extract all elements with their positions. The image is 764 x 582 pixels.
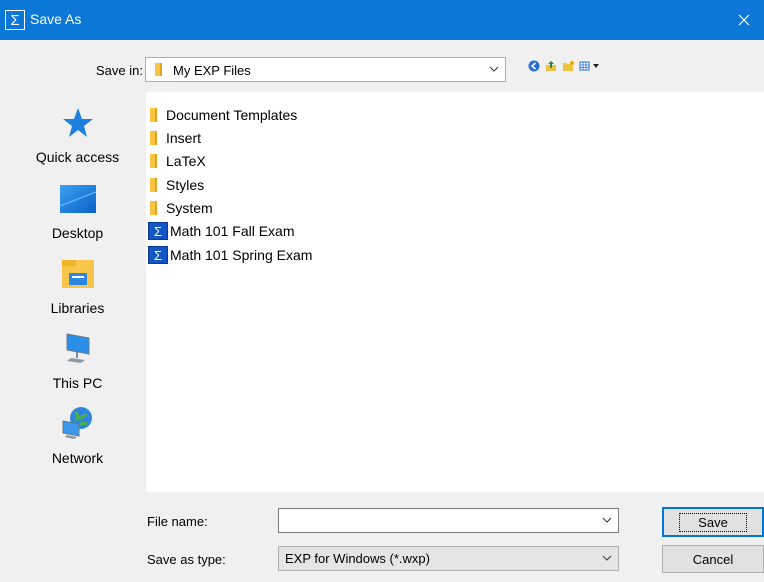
chevron-down-icon[interactable]	[602, 514, 612, 526]
place-label: Network	[51, 450, 104, 466]
new-folder-icon	[562, 60, 575, 71]
cancel-button-label: Cancel	[692, 551, 734, 567]
place-label: Libraries	[50, 300, 105, 316]
file-name-label: File name:	[147, 514, 208, 529]
sigma-icon: Σ	[5, 10, 25, 30]
libraries-icon	[61, 260, 94, 288]
save-as-type-label-text: Save as type:	[147, 552, 226, 567]
save-in-value: My EXP Files	[173, 63, 251, 78]
list-item-label: Styles	[166, 177, 205, 193]
save-in-dropdown[interactable]: My EXP Files	[145, 57, 506, 82]
folder-icon	[150, 108, 157, 122]
star-icon	[62, 108, 93, 137]
place-label: Desktop	[51, 225, 104, 241]
up-folder-button[interactable]	[544, 59, 558, 73]
save-button[interactable]: Save	[662, 507, 764, 537]
chevron-down-icon	[602, 555, 612, 561]
view-menu-icon	[579, 61, 599, 71]
folder-icon	[150, 131, 157, 145]
chevron-down-icon	[489, 66, 499, 72]
save-as-type-label: Save as type:	[147, 552, 226, 567]
list-item[interactable]: Σ Math 101 Spring Exam	[148, 245, 312, 265]
list-item-label: Document Templates	[166, 107, 298, 123]
sigma-icon: Σ	[148, 246, 168, 264]
list-item[interactable]: LaTeX	[150, 151, 206, 171]
list-item-label: Math 101 Fall Exam	[170, 223, 295, 239]
sigma-icon: Σ	[148, 222, 168, 240]
folder-icon	[155, 63, 162, 76]
list-item[interactable]: Σ Math 101 Fall Exam	[148, 221, 295, 241]
list-item-label: System	[166, 200, 213, 216]
cancel-button[interactable]: Cancel	[662, 545, 764, 573]
save-in-label-text: Save in:	[96, 63, 143, 78]
close-icon	[738, 14, 750, 26]
view-menu-button[interactable]	[578, 59, 602, 73]
save-as-type-dropdown[interactable]: EXP for Windows (*.wxp)	[278, 546, 619, 571]
save-in-label: Save in:	[96, 63, 143, 78]
title-bar: Σ Save As	[0, 0, 764, 40]
back-icon	[528, 60, 540, 72]
place-libraries[interactable]: Libraries	[9, 255, 146, 323]
file-list[interactable]: Document Templates Insert LaTeX Styles S…	[146, 92, 764, 492]
place-desktop[interactable]: Desktop	[9, 180, 146, 248]
place-this-pc[interactable]: This PC	[9, 330, 146, 398]
list-item[interactable]: Styles	[150, 175, 204, 195]
place-label: This PC	[52, 375, 103, 391]
file-name-label-text: File name:	[147, 514, 208, 529]
place-label: Quick access	[35, 149, 120, 165]
list-item[interactable]: Document Templates	[150, 105, 297, 125]
desktop-icon	[59, 185, 96, 213]
place-network[interactable]: Network	[9, 405, 146, 473]
close-button[interactable]	[724, 0, 764, 40]
list-item[interactable]: System	[150, 198, 213, 218]
network-icon	[62, 407, 92, 439]
file-name-input[interactable]	[278, 508, 619, 533]
up-folder-icon	[546, 61, 556, 71]
place-quick-access[interactable]: Quick access	[9, 104, 146, 172]
list-item-label: Insert	[166, 130, 202, 146]
folder-icon	[150, 201, 157, 215]
computer-icon	[66, 333, 89, 363]
places-bar: Quick access Desktop Libraries This PC N…	[9, 92, 146, 492]
list-item[interactable]: Insert	[150, 128, 201, 148]
save-as-type-value: EXP for Windows (*.wxp)	[285, 551, 430, 566]
new-folder-button[interactable]	[561, 59, 575, 73]
back-button[interactable]	[527, 59, 541, 73]
folder-icon	[150, 178, 157, 192]
folder-icon	[150, 154, 157, 168]
list-item-label: Math 101 Spring Exam	[170, 247, 313, 263]
list-item-label: LaTeX	[166, 153, 206, 169]
toolbar	[527, 58, 602, 74]
window-title: Save As	[30, 11, 82, 27]
save-button-label: Save	[679, 512, 747, 532]
